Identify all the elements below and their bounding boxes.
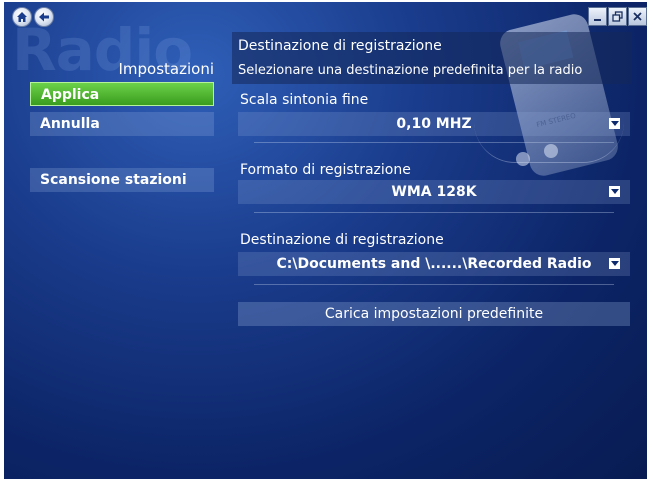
home-icon bbox=[17, 12, 27, 22]
load-defaults-button[interactable]: Carica impostazioni predefinite bbox=[238, 302, 630, 326]
info-title: Destinazione di registrazione bbox=[238, 38, 442, 54]
format-select[interactable]: WMA 128K bbox=[238, 180, 630, 204]
home-button[interactable] bbox=[12, 7, 32, 27]
minimize-button[interactable] bbox=[588, 7, 607, 26]
info-panel: Destinazione di registrazione Selezionar… bbox=[232, 32, 632, 84]
sidebar-title: Impostazioni bbox=[118, 60, 214, 78]
divider bbox=[254, 142, 614, 143]
close-button[interactable] bbox=[628, 7, 647, 26]
apply-button[interactable]: Applica bbox=[30, 82, 214, 106]
chevron-down-icon[interactable] bbox=[609, 258, 620, 269]
back-button[interactable] bbox=[34, 7, 54, 27]
media-center-window: Radio FM STEREO Impostazioni Applica Ann… bbox=[4, 2, 647, 479]
format-label: Formato di registrazione bbox=[240, 162, 411, 178]
info-subtitle: Selezionare una destinazione predefinita… bbox=[238, 63, 583, 78]
destination-value: C:\Documents and \......\Recorded Radio bbox=[276, 256, 592, 272]
cancel-button[interactable]: Annulla bbox=[30, 112, 214, 136]
divider bbox=[254, 284, 614, 285]
destination-select[interactable]: C:\Documents and \......\Recorded Radio bbox=[238, 252, 630, 276]
chevron-down-icon[interactable] bbox=[609, 118, 620, 129]
tuning-select[interactable]: 0,10 MHZ bbox=[238, 112, 630, 136]
restore-icon bbox=[612, 11, 623, 22]
divider bbox=[254, 212, 614, 213]
tuning-value: 0,10 MHZ bbox=[396, 116, 472, 132]
format-value: WMA 128K bbox=[391, 184, 477, 200]
destination-label: Destinazione di registrazione bbox=[240, 232, 444, 248]
scan-stations-button[interactable]: Scansione stazioni bbox=[30, 168, 214, 192]
earbud-left bbox=[516, 152, 530, 166]
restore-button[interactable] bbox=[608, 7, 627, 26]
tuning-label: Scala sintonia fine bbox=[240, 92, 369, 108]
close-icon bbox=[633, 12, 642, 21]
minimize-icon bbox=[594, 19, 601, 21]
back-icon bbox=[39, 12, 49, 22]
chevron-down-icon[interactable] bbox=[609, 186, 620, 197]
earbud-right bbox=[544, 144, 558, 158]
